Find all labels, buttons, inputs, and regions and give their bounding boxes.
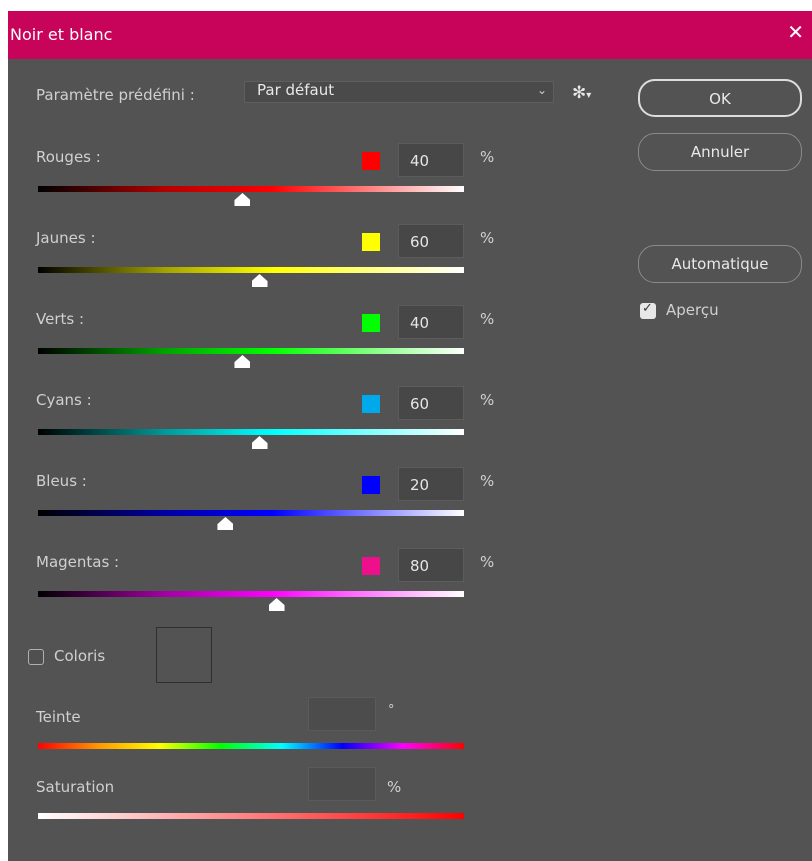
hue-field[interactable] bbox=[308, 697, 376, 731]
channel-label: Cyans : bbox=[36, 391, 92, 409]
channel-value-field[interactable]: 80 bbox=[398, 548, 464, 582]
channel-color-swatch bbox=[362, 314, 380, 332]
channel-slider-track[interactable] bbox=[38, 429, 464, 435]
channel-slider-track[interactable] bbox=[38, 348, 464, 354]
channel-slider-track[interactable] bbox=[38, 186, 464, 192]
dialog-window: Noir et blanc ✕ Paramètre prédéfini : Pa… bbox=[8, 11, 812, 861]
preview-checkbox[interactable]: ✓ bbox=[640, 301, 656, 319]
saturation-field[interactable] bbox=[308, 767, 376, 801]
channel-percent-sign: % bbox=[480, 472, 495, 490]
saturation-label: Saturation bbox=[36, 778, 115, 796]
channel-percent-sign: % bbox=[480, 310, 495, 328]
dialog-title: Noir et blanc bbox=[10, 25, 113, 44]
channel-value-field[interactable]: 20 bbox=[398, 467, 464, 501]
ok-button[interactable]: OK bbox=[638, 79, 802, 117]
saturation-unit: % bbox=[387, 778, 402, 796]
channel-label: Verts : bbox=[36, 310, 85, 328]
auto-button[interactable]: Automatique bbox=[638, 245, 802, 283]
channel-color-swatch bbox=[362, 152, 380, 170]
channel-value-field[interactable]: 40 bbox=[398, 143, 464, 177]
tint-label: Coloris bbox=[54, 647, 106, 665]
channel-label: Rouges : bbox=[36, 148, 101, 166]
channel-value-field[interactable]: 40 bbox=[398, 305, 464, 339]
channel-percent-sign: % bbox=[480, 229, 495, 247]
gear-icon[interactable]: ✻▾ bbox=[572, 83, 591, 103]
channel-slider-track[interactable] bbox=[38, 267, 464, 273]
cancel-button[interactable]: Annuler bbox=[638, 133, 802, 171]
channel-slider-track[interactable] bbox=[38, 591, 464, 597]
preview-label: Aperçu bbox=[666, 301, 719, 319]
preset-value: Par défaut bbox=[257, 81, 335, 99]
hue-slider-track[interactable] bbox=[38, 743, 464, 749]
preset-dropdown[interactable]: Par défaut ⌄ bbox=[244, 81, 554, 103]
channel-color-swatch bbox=[362, 233, 380, 251]
channel-value-field[interactable]: 60 bbox=[398, 224, 464, 258]
channel-value-field[interactable]: 60 bbox=[398, 386, 464, 420]
close-icon[interactable]: ✕ bbox=[787, 22, 804, 42]
saturation-slider-track[interactable] bbox=[38, 813, 464, 819]
chevron-down-icon: ⌄ bbox=[536, 83, 547, 97]
hue-label: Teinte bbox=[36, 708, 81, 726]
channel-label: Jaunes : bbox=[36, 229, 96, 247]
tint-color-swatch[interactable] bbox=[156, 627, 212, 683]
channel-label: Bleus : bbox=[36, 472, 87, 490]
checkmark-icon: ✓ bbox=[642, 301, 653, 316]
channel-slider-track[interactable] bbox=[38, 510, 464, 516]
title-bar: Noir et blanc ✕ bbox=[8, 11, 812, 59]
channel-percent-sign: % bbox=[480, 553, 495, 571]
channel-color-swatch bbox=[362, 395, 380, 413]
hue-unit: ° bbox=[388, 703, 395, 718]
preset-label: Paramètre prédéfini : bbox=[36, 86, 195, 104]
channel-percent-sign: % bbox=[480, 148, 495, 166]
channel-color-swatch bbox=[362, 476, 380, 494]
channel-color-swatch bbox=[362, 557, 380, 575]
channel-percent-sign: % bbox=[480, 391, 495, 409]
channel-label: Magentas : bbox=[36, 553, 120, 571]
tint-checkbox[interactable] bbox=[28, 649, 44, 665]
